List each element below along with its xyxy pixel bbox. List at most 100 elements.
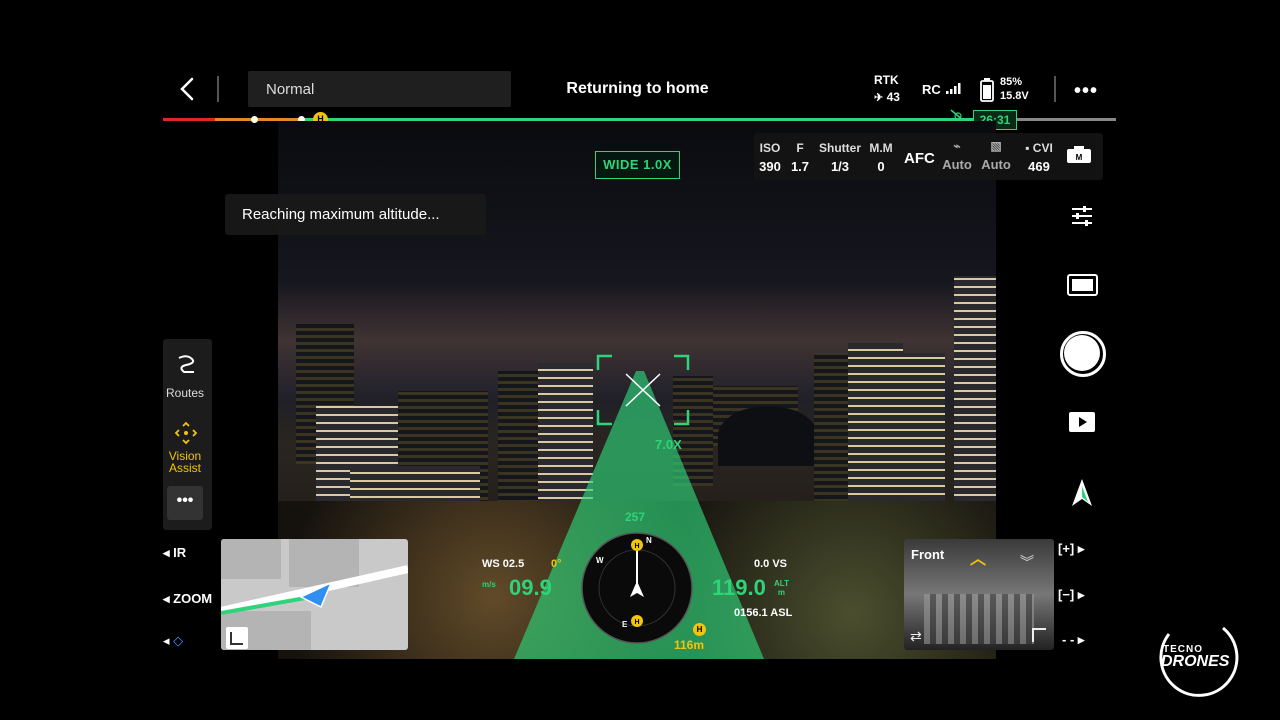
wind-speed: WS 02.5 xyxy=(482,558,525,570)
compass-north: N xyxy=(646,536,652,545)
zoom-in-label: [+] xyxy=(1058,541,1075,556)
svg-text:M: M xyxy=(1076,153,1083,162)
flight-mode-selector[interactable]: Normal xyxy=(248,71,511,107)
zoom-toggle[interactable]: ◂ ZOOM xyxy=(163,591,212,607)
playback-icon[interactable] xyxy=(1068,411,1096,433)
mini-map[interactable] xyxy=(221,539,408,650)
battery-icon xyxy=(980,78,994,102)
video-param[interactable]: ▧ Auto xyxy=(981,139,1011,172)
gimbal-icon: ◇ xyxy=(173,633,184,648)
lens-zoom-badge[interactable]: WIDE 1.0X xyxy=(595,151,680,179)
left-more-button[interactable]: ••• xyxy=(167,486,203,520)
aperture-value: 1.7 xyxy=(790,159,810,174)
tecno-drones-logo: TECNO DRONES xyxy=(1153,622,1251,700)
horizontal-speed: 09.9 xyxy=(509,575,552,600)
zoom-reset-button[interactable]: - - ▸ xyxy=(1062,632,1084,648)
zoom-out-label: [−] xyxy=(1058,587,1075,602)
vision-assist-label[interactable]: Vision Assist xyxy=(163,450,207,474)
focus-frame[interactable] xyxy=(596,354,690,426)
vertical-speed: 0.0 VS xyxy=(754,558,788,570)
altitude-notification: Reaching maximum altitude... xyxy=(225,194,486,235)
aperture-label: F xyxy=(796,141,804,155)
building xyxy=(814,353,850,523)
satellite-icon: ✈ xyxy=(874,92,884,104)
ir-label: IR xyxy=(173,545,187,560)
zoom-in-button[interactable]: [+] ▸ xyxy=(1058,541,1084,557)
altitude-unit: ALT m xyxy=(774,579,789,597)
flight-mode-label: Normal xyxy=(266,81,315,98)
chevron-up-icon[interactable]: ︿ xyxy=(970,545,986,569)
heading-value: 257 xyxy=(625,510,646,524)
storage-param[interactable]: ▪ CVI 469 xyxy=(1020,141,1058,174)
ir-toggle[interactable]: ◂ IR xyxy=(163,545,186,561)
svg-text:H: H xyxy=(634,619,639,626)
alt-unit: m xyxy=(777,588,786,597)
night-mode-param[interactable]: ⌁ Auto xyxy=(942,139,972,172)
sd-card-icon: ▪ xyxy=(1025,141,1030,155)
collapse-icon[interactable]: ︾ xyxy=(1020,552,1034,572)
asl-altitude: 0156.1 ASL xyxy=(734,607,793,619)
routes-label[interactable]: Routes xyxy=(163,386,207,400)
night-mode-value: Auto xyxy=(942,157,972,172)
focus-mode[interactable]: AFC xyxy=(904,150,935,167)
front-city xyxy=(924,594,1034,644)
rtk-value: 43 xyxy=(886,90,900,104)
map-route xyxy=(221,565,408,615)
rc-signal[interactable]: RC xyxy=(922,82,962,97)
divider xyxy=(217,76,219,102)
photo-format-icon[interactable] xyxy=(1067,274,1098,296)
camera-mode-icon[interactable]: M xyxy=(1066,146,1092,164)
rtk-satellite-count[interactable]: ✈ 43 xyxy=(874,90,900,104)
routes-icon[interactable] xyxy=(176,353,198,375)
battery-percent: 85% xyxy=(1000,76,1023,88)
more-options-button[interactable]: ••• xyxy=(1074,80,1098,103)
shutter-param[interactable]: Shutter 1/3 xyxy=(818,141,862,174)
battery-used-segment xyxy=(1014,118,1116,121)
compass-east: E xyxy=(622,620,628,629)
signal-bars-icon xyxy=(946,83,961,94)
home-distance: 116m xyxy=(674,638,705,652)
gimbal-toggle[interactable]: ◂ ◇ xyxy=(163,633,183,649)
alt-label: ALT xyxy=(774,579,789,588)
night-mode-icon: ⌁ xyxy=(953,139,961,153)
rc-label: RC xyxy=(922,82,941,97)
iso-param[interactable]: ISO 390 xyxy=(758,141,782,174)
storage-label: ▪ CVI xyxy=(1020,141,1058,155)
storage-value: 469 xyxy=(1028,159,1050,174)
divider xyxy=(1054,76,1056,102)
gimbal-pitch: 0° xyxy=(551,558,562,570)
speed-unit: m/s xyxy=(482,580,496,589)
logo-text-main: DRONES xyxy=(1161,653,1230,670)
front-view-label: Front xyxy=(911,547,945,562)
notification-text: Reaching maximum altitude... xyxy=(242,206,440,223)
altitude-value: 119.0 xyxy=(712,575,766,600)
svg-text:H: H xyxy=(634,543,639,550)
navigation-arrow-icon[interactable] xyxy=(1071,478,1093,508)
expand-icon[interactable] xyxy=(1032,628,1046,642)
swap-view-icon[interactable]: ⇄ xyxy=(910,628,922,645)
video-off-icon: ▧ xyxy=(990,139,1002,153)
storage-label-text: CVI xyxy=(1032,141,1053,155)
shutter-label: Shutter xyxy=(819,141,861,155)
video-value: Auto xyxy=(981,157,1011,172)
exposure-param[interactable]: M.M 0 xyxy=(866,141,896,174)
zoom-overlay-label: 7.0X xyxy=(655,437,682,452)
battery-voltage: 15.8V xyxy=(1000,90,1029,102)
iso-label: ISO xyxy=(759,141,781,155)
vision-assist-icon[interactable] xyxy=(174,421,198,445)
zoom-out-button[interactable]: [−] ▸ xyxy=(1058,587,1084,603)
shutter-button-inner[interactable] xyxy=(1064,335,1100,371)
battery-critical-segment xyxy=(163,118,215,121)
shutter-value: 1/3 xyxy=(830,159,850,174)
settings-sliders-icon[interactable] xyxy=(1070,204,1094,228)
zoom-extra-label: - - xyxy=(1062,632,1075,647)
back-arrow-icon[interactable] xyxy=(176,76,200,102)
map-expand-icon[interactable] xyxy=(226,627,248,649)
rtk-label[interactable]: RTK xyxy=(874,73,899,87)
aperture-param[interactable]: F 1.7 xyxy=(790,141,810,174)
flight-status-title: Returning to home xyxy=(566,80,709,97)
exposure-value: 0 xyxy=(877,159,885,174)
compass-west: W xyxy=(596,556,604,565)
iso-value: 390 xyxy=(759,159,781,174)
critical-marker xyxy=(251,116,258,123)
